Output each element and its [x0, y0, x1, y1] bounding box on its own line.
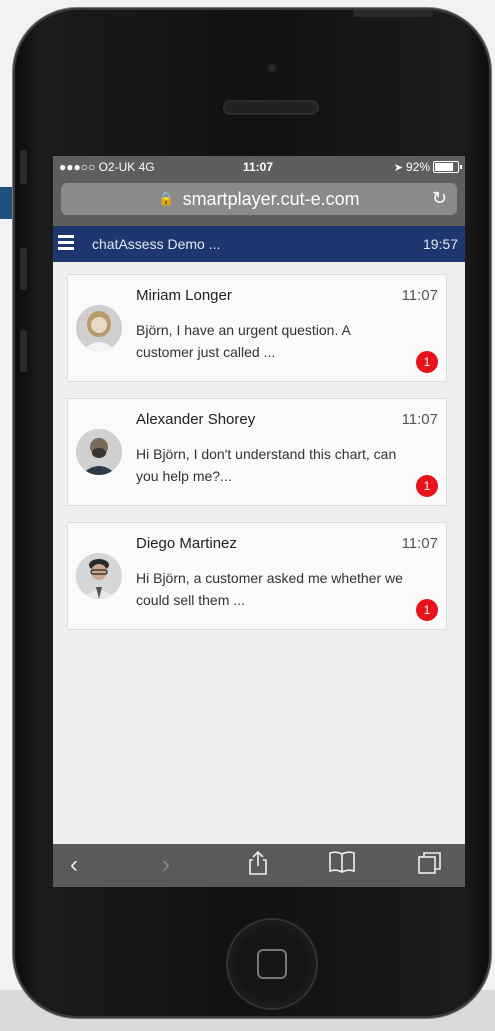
back-button[interactable]: ‹: [59, 850, 89, 880]
message-preview: Hi Björn, I don't understand this chart,…: [136, 446, 397, 484]
avatar: [76, 305, 122, 351]
battery-percent: 92%: [405, 160, 430, 174]
message-time: 11:07: [401, 411, 438, 428]
tabs-icon[interactable]: [415, 850, 445, 880]
chat-item[interactable]: Diego Martinez 11:07 Hi Björn, a custome…: [67, 522, 447, 630]
message-time: 11:07: [401, 287, 438, 304]
contact-name: Alexander Shorey: [136, 411, 256, 428]
hamburger-menu-icon[interactable]: [58, 235, 74, 250]
app-title: chatAssess Demo ...: [92, 236, 221, 252]
front-camera: [266, 62, 278, 74]
volume-down-button: [20, 330, 27, 372]
unread-badge: 1: [416, 599, 438, 621]
avatar: [76, 553, 122, 599]
unread-badge: 1: [416, 351, 438, 373]
battery-icon: [433, 161, 462, 173]
carrier-signal: ●●●○○ O2-UK 4G: [59, 160, 155, 174]
unread-badge: 1: [416, 475, 438, 497]
contact-name: Diego Martinez: [136, 535, 237, 552]
chat-item[interactable]: Alexander Shorey 11:07 Hi Björn, I don't…: [67, 398, 447, 506]
chat-item[interactable]: Miriam Longer 11:07 Björn, I have an urg…: [67, 274, 447, 382]
message-preview: Björn, I have an urgent question. A cust…: [136, 322, 351, 360]
location-arrow-icon: ➤: [393, 161, 403, 174]
status-time: 11:07: [243, 160, 274, 174]
lock-icon: 🔒: [158, 191, 175, 206]
power-button: [353, 10, 433, 17]
address-bar[interactable]: 🔒 smartplayer.cut-e.com ↻: [61, 183, 457, 215]
browser-chrome: 🔒 smartplayer.cut-e.com ↻: [53, 178, 465, 226]
phone-screen: ●●●○○ O2-UK 4G 11:07 ➤ 92% 🔒 smartplayer…: [53, 156, 465, 887]
bookmarks-icon[interactable]: [327, 850, 357, 880]
mute-switch: [20, 150, 27, 184]
avatar: [76, 429, 122, 475]
battery-status: ➤ 92%: [393, 160, 462, 174]
reload-icon[interactable]: ↻: [432, 188, 447, 209]
status-bar: ●●●○○ O2-UK 4G 11:07 ➤ 92%: [53, 156, 465, 178]
volume-up-button: [20, 248, 27, 290]
contact-name: Miriam Longer: [136, 287, 232, 304]
home-square-icon: [257, 949, 287, 979]
battery-fill: [435, 163, 453, 171]
message-time: 11:07: [401, 535, 438, 552]
forward-button[interactable]: ›: [151, 850, 181, 880]
share-icon[interactable]: [243, 850, 273, 880]
earpiece-speaker: [225, 102, 317, 113]
app-clock: 19:57: [422, 236, 458, 252]
home-button[interactable]: [228, 920, 316, 1008]
url-text: smartplayer.cut-e.com: [182, 188, 360, 209]
app-header: chatAssess Demo ... 19:57: [53, 226, 465, 262]
message-preview: Hi Björn, a customer asked me whether we…: [136, 570, 403, 608]
browser-toolbar: ‹ ›: [53, 844, 465, 887]
